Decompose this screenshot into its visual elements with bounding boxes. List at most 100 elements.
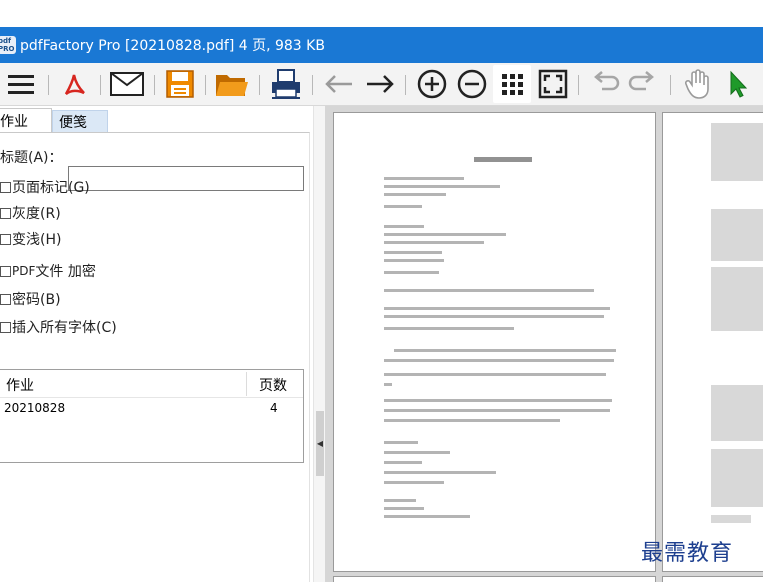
checkbox-embed-fonts[interactable]: 插入所有字体(C) — [0, 317, 117, 337]
zoom-out-icon[interactable] — [456, 68, 488, 100]
page-thumbnail[interactable] — [662, 112, 763, 572]
page-blurred-content — [711, 267, 763, 331]
tab-notes[interactable]: 便笺 — [52, 110, 108, 132]
hand-tool-icon[interactable] — [682, 68, 714, 100]
page-text-block — [384, 307, 610, 310]
select-cursor-icon[interactable] — [724, 68, 752, 100]
page-text-block — [384, 399, 612, 402]
title-label-text: 标题(A)： — [0, 150, 63, 166]
page-text-block — [394, 349, 616, 352]
page-text-block — [384, 185, 500, 188]
app-icon-label: pdf PRO — [0, 37, 15, 53]
jobs-panel: 标题(A)： 页面标记(G) 灰度(R) 变浅(H) PDF 文件 加密 密码(… — [0, 132, 310, 582]
checkbox-label: 密码(B) — [12, 292, 61, 308]
tab-jobs[interactable]: 作业 — [0, 108, 52, 132]
toolbar-separator — [259, 75, 260, 95]
title-input[interactable] — [68, 166, 304, 191]
back-arrow-icon[interactable] — [323, 68, 355, 100]
toolbar-separator — [405, 75, 406, 95]
page-text-block — [384, 451, 450, 454]
print-icon[interactable] — [269, 68, 303, 100]
pane-splitter[interactable]: ◀ — [313, 106, 325, 582]
page-thumbnail[interactable] — [333, 112, 656, 572]
page-text-block — [384, 205, 422, 208]
column-header-pages[interactable]: 页数 — [259, 375, 287, 395]
page-text-block — [384, 259, 444, 262]
checkbox-box[interactable] — [0, 207, 11, 219]
checkbox-grayscale[interactable]: 灰度(R) — [0, 203, 61, 223]
email-icon[interactable] — [109, 68, 145, 100]
page-text-block — [384, 499, 416, 502]
page-text-block — [384, 251, 442, 254]
page-blurred-content — [711, 123, 763, 181]
page-text-block — [384, 289, 594, 292]
fit-page-icon[interactable] — [537, 68, 569, 100]
page-blurred-content — [711, 515, 751, 523]
checkbox-box[interactable] — [0, 233, 11, 245]
page-text-block — [384, 327, 514, 330]
toolbar-separator — [670, 75, 671, 95]
toolbar-separator — [578, 75, 579, 95]
checkbox-page-marks[interactable]: 页面标记(G) — [0, 177, 90, 197]
page-text-block — [384, 193, 446, 196]
checkbox-lighten[interactable]: 变浅(H) — [0, 229, 61, 249]
grid-view-icon[interactable] — [493, 65, 531, 103]
page-text-block — [384, 419, 560, 422]
column-divider — [246, 372, 247, 396]
page-text-block — [384, 383, 392, 386]
checkbox-box[interactable] — [0, 293, 11, 305]
checkbox-label: 插入所有字体(C) — [12, 320, 117, 336]
tab-strip: 作业 便笺 — [0, 108, 108, 132]
save-icon[interactable] — [165, 68, 195, 100]
checkbox-password[interactable]: 密码(B) — [0, 289, 61, 309]
page-text-block — [384, 315, 604, 318]
zoom-in-icon[interactable] — [416, 68, 448, 100]
page-thumbnail[interactable] — [662, 576, 763, 582]
toolbar-separator — [312, 75, 313, 95]
page-thumbnail[interactable] — [333, 576, 656, 582]
checkbox-pdf-encrypt[interactable]: PDF 文件 加密 — [0, 261, 96, 281]
page-blurred-content — [711, 385, 763, 441]
page-text-block — [384, 515, 470, 518]
acrobat-icon[interactable] — [60, 68, 90, 100]
job-name-cell[interactable]: 20210828 — [4, 401, 65, 415]
page-text-block — [384, 409, 610, 412]
page-text-block — [384, 471, 496, 474]
page-text-block — [384, 461, 422, 464]
page-text-block — [384, 271, 439, 274]
toolbar — [0, 63, 763, 106]
checkbox-label: 变浅(H) — [12, 232, 62, 248]
watermark: 最需教育 — [641, 541, 734, 566]
checkbox-label: 文件 加密 — [35, 264, 96, 280]
page-blurred-content — [711, 449, 763, 507]
toolbar-separator — [205, 75, 206, 95]
collapse-arrow-icon: ◀ — [316, 439, 324, 448]
checkbox-box[interactable] — [0, 181, 11, 193]
page-text-block — [384, 225, 424, 228]
page-preview-area[interactable] — [325, 106, 763, 582]
checkbox-label-prefix: PDF — [12, 264, 36, 278]
toolbar-separator — [100, 75, 101, 95]
checkbox-label: 灰度(R) — [12, 206, 61, 222]
undo-icon[interactable] — [589, 68, 621, 100]
open-folder-icon[interactable] — [214, 68, 250, 100]
title-label: 标题(A)： — [0, 147, 63, 167]
menu-icon[interactable] — [6, 68, 36, 100]
title-bar: pdf PRO pdfFactory Pro [20210828.pdf] 4 … — [0, 27, 763, 63]
toolbar-separator — [48, 75, 49, 95]
checkbox-box[interactable] — [0, 321, 11, 333]
page-text-block — [384, 507, 424, 510]
checkbox-box[interactable] — [0, 265, 11, 277]
app-icon: pdf PRO — [0, 36, 16, 54]
page-text-block — [384, 481, 444, 484]
page-text-block — [384, 373, 606, 376]
redo-icon[interactable] — [627, 68, 659, 100]
page-text-block — [384, 177, 464, 180]
page-blurred-content — [711, 209, 763, 261]
collapse-handle[interactable]: ◀ — [316, 411, 324, 476]
forward-arrow-icon[interactable] — [364, 68, 396, 100]
page-text-block — [384, 241, 484, 244]
column-header-job[interactable]: 作业 — [6, 375, 34, 395]
left-pane: 作业 便笺 标题(A)： 页面标记(G) 灰度(R) 变浅(H) PDF 文件 … — [0, 106, 313, 582]
job-pages-cell[interactable]: 4 — [270, 401, 278, 415]
